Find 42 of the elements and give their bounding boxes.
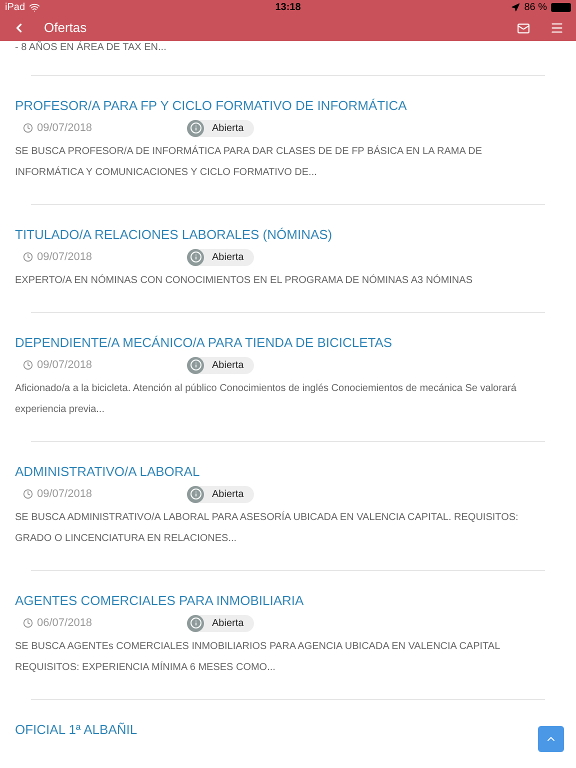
description-text: - 8 AÑOS EN ÁREA DE TAX EN... [15,42,168,54]
wifi-icon [29,2,40,13]
offer-title[interactable]: PROFESOR/A PARA FP Y CICLO FORMATIVO DE INFORMÁTICA [15,97,407,115]
offer-date: 09/07/2018 [37,250,92,265]
description-text: SE BUSCA ADMINISTRATIVO/A LABORAL PARA ASESORÍA UBICADA EN VALENCIA CAPITAL. REQUISITOS: GRADO O LINCENCIATURA EN RELACIONES... [15,510,520,546]
location-icon [511,3,520,12]
offer-date: 06/07/2018 [37,616,92,631]
clock-icon [23,489,33,499]
status-badge: Abierta [187,248,254,266]
info-icon [187,120,204,136]
info-icon [187,614,204,632]
status-badge: Abierta [187,120,254,136]
device-name: iPad [5,1,26,15]
offer-title[interactable]: OFICIAL 1ª ALBAÑIL [15,721,138,739]
info-icon [187,356,204,374]
page-title: Ofertas [44,19,87,38]
description-text: SE BUSCA PROFESOR/A DE INFORMÁTICA PARA DAR CLASES DE DE FP BÁSICA EN LA RAMA DE INFORMÁTICA Y COMUNICACIONES Y CICLO FORMATIVO DE... [15,144,483,180]
offer-date: 09/07/2018 [37,486,92,502]
offer-title[interactable]: AGENTES COMERCIALES PARA INMOBILIARIA [15,592,304,610]
scroll-top-button[interactable] [538,726,564,752]
clock-icon [23,123,33,133]
menu-button[interactable] [550,21,564,35]
description-text: Aficionado/a a la bicicleta. Atención al público Conocimientos de inglés Conociemientos de mecánica Se valorará experiencia previa... [15,382,518,417]
clock-icon [23,618,33,628]
offer-title[interactable]: DEPENDIENTE/A MECÁNICO/A PARA TIENDA DE BICICLETAS [15,334,392,352]
status-badge: Abierta [187,614,254,632]
clock-time: 13:18 [275,1,301,15]
info-icon [187,248,204,266]
offer-date: 09/07/2018 [37,120,92,136]
offer-title[interactable]: TITULADO/A RELACIONES LABORALES (NÓMINAS) [15,226,332,244]
description-text: SE BUSCA AGENTEs COMERCIALES INMOBILIARIOS PARA AGENCIA UBICADA EN VALENCIA CAPITAL REQUISITOS: EXPERIENCIA MÍNIMA 6 MESES COMO... [15,640,501,675]
battery-icon [550,3,571,12]
status-badge: Abierta [187,356,254,374]
status-badge: Abierta [187,486,254,502]
clock-icon [23,360,33,370]
description-text: EXPERTO/A EN NÓMINAS CON CONOCIMIENTOS EN EL PROGRAMA DE NÓMINAS A3 NÓMINAS [15,273,474,288]
offer-title[interactable]: ADMINISTRATIVO/A LABORAL [15,463,200,481]
info-icon [187,486,204,502]
battery-percent: 86 % [524,1,547,15]
mail-button[interactable] [517,22,530,34]
clock-icon [23,252,33,262]
offer-date: 09/07/2018 [37,358,92,373]
